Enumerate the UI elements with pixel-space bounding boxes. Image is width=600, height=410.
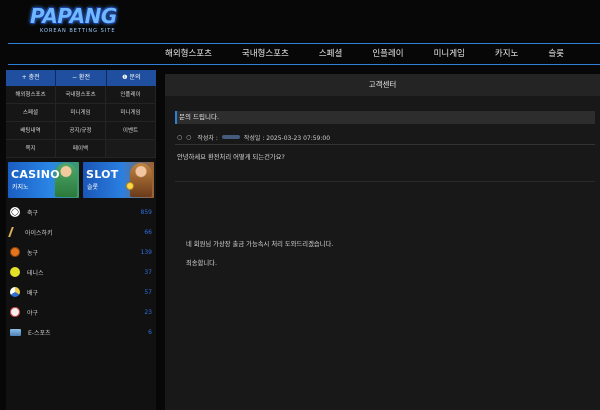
sport-count: 23 (144, 308, 152, 316)
inquiry-meta: ○ ○ 작성자 : 작성일 : 2025-03-23 07:59:00 (177, 130, 595, 144)
volleyball-icon (10, 287, 20, 297)
sidebar: + 충전 − 환전 ❶ 문의 해외형스포츠 국내형스포츠 인플레이 스페셜 미니… (6, 70, 156, 410)
baseball-icon (10, 307, 20, 317)
site-logo[interactable]: PAPANG KOREAN BETTING SITE (30, 4, 122, 38)
meta-divider (175, 144, 595, 145)
inquiry-body: 안녕하세요 환전처리 어떻게 되는건가요? (177, 154, 285, 161)
answer-closing: 죄송합니다. (186, 260, 217, 267)
sport-count: 66 (144, 228, 152, 236)
sidebar-item-domestic-sports[interactable]: 국내형스포츠 (56, 86, 106, 104)
sport-name: E-스포츠 (28, 329, 51, 337)
sport-item-volleyball[interactable]: 배구 57 (6, 282, 156, 302)
logo-tagline: KOREAN BETTING SITE (40, 28, 116, 34)
nav-item-domestic-sports[interactable]: 국내형스포츠 (227, 44, 304, 64)
sport-count: 6 (148, 328, 152, 336)
sport-count: 139 (140, 248, 152, 256)
sport-count: 37 (144, 268, 152, 276)
sport-name: 배구 (27, 289, 39, 297)
nav-item-casino[interactable]: 카지노 (480, 44, 533, 64)
page-title: 고객센터 (165, 74, 600, 96)
sidebar-item-special[interactable]: 스페셜 (6, 104, 56, 122)
nav-item-inplay[interactable]: 인플레이 (357, 44, 418, 64)
basketball-icon (10, 247, 20, 257)
sport-item-soccer[interactable]: 축구 859 (6, 202, 156, 222)
sport-item-basketball[interactable]: 농구 139 (6, 242, 156, 262)
sport-name: 축구 (27, 209, 39, 217)
sport-name: 아이스하키 (25, 229, 53, 237)
nav-item-special[interactable]: 스페셜 (304, 44, 357, 64)
sport-name: 테니스 (27, 269, 44, 277)
esports-icon (10, 328, 21, 336)
slot-banner-subtitle: 슬롯 (87, 184, 99, 191)
sidebar-menu-grid: 해외형스포츠 국내형스포츠 인플레이 스페셜 미니게임 미니게임 배팅내역 공지… (6, 86, 156, 158)
tennis-icon (10, 267, 20, 277)
sidebar-item-bet-history[interactable]: 배팅내역 (6, 122, 56, 140)
casino-banner[interactable]: CASINO 카지노 (8, 162, 79, 198)
sports-list: 축구 859 아이스하키 66 농구 139 테니스 37 배구 57 야구 2… (6, 202, 156, 342)
casino-banner-title: CASINO (11, 168, 60, 181)
slot-character-image (130, 163, 152, 197)
sidebar-item-events[interactable]: 이벤트 (106, 122, 156, 140)
sport-count: 57 (144, 288, 152, 296)
sport-name: 야구 (27, 309, 39, 317)
sport-item-icehockey[interactable]: 아이스하키 66 (6, 222, 156, 242)
nav-divider-bottom (8, 64, 600, 65)
body-divider (175, 181, 595, 182)
nav-item-slot[interactable]: 슬롯 (533, 44, 579, 64)
sport-item-tennis[interactable]: 테니스 37 (6, 262, 156, 282)
date-label: 작성일 : 2025-03-23 07:59:00 (243, 134, 331, 142)
author-label: 작성자 : (197, 134, 218, 142)
hockey-icon (8, 227, 20, 237)
slot-banner-title: SLOT (86, 168, 119, 181)
casino-banner-subtitle: 카지노 (12, 184, 29, 191)
sport-count: 859 (140, 208, 152, 216)
sport-name: 농구 (27, 249, 39, 257)
logo-text: PAPANG (30, 4, 117, 28)
nav-item-overseas-sports[interactable]: 해외형스포츠 (150, 44, 227, 64)
meta-dots: ○ ○ (177, 133, 193, 141)
top-navigation: 해외형스포츠 국내형스포츠 스페셜 인플레이 미니게임 카지노 슬롯 (150, 44, 579, 64)
deposit-button[interactable]: + 충전 (6, 70, 57, 86)
sidebar-item-messages[interactable]: 쪽지 (6, 140, 56, 158)
coin-icon (126, 182, 134, 190)
inquiry-title: 문의 드립니다. (175, 111, 595, 124)
sidebar-item-overseas-sports[interactable]: 해외형스포츠 (6, 86, 56, 104)
sidebar-item-minigame-2[interactable]: 미니게임 (106, 104, 156, 122)
slot-banner[interactable]: SLOT 슬롯 (83, 162, 154, 198)
game-banners: CASINO 카지노 SLOT 슬롯 (6, 158, 156, 200)
main-content: 고객센터 문의 드립니다. ○ ○ 작성자 : 작성일 : 2025-03-23… (165, 74, 600, 410)
soccer-icon (10, 207, 20, 217)
nav-item-minigame[interactable]: 미니게임 (419, 44, 480, 64)
inquiry-button[interactable]: ❶ 문의 (106, 70, 156, 86)
sport-item-esports[interactable]: E-스포츠 6 (6, 322, 156, 342)
sport-item-baseball[interactable]: 야구 23 (6, 302, 156, 322)
withdraw-button[interactable]: − 환전 (56, 70, 107, 86)
sidebar-item-payback[interactable]: 페이백 (56, 140, 106, 158)
sidebar-item-notice-rules[interactable]: 공지/규정 (56, 122, 106, 140)
sidebar-item-minigame[interactable]: 미니게임 (56, 104, 106, 122)
sidebar-tabs: + 충전 − 환전 ❶ 문의 (6, 70, 156, 86)
answer-text: 네 회원님 가상장 출금 가능속시 처리 도와드리겠습니다. (186, 241, 334, 248)
sidebar-item-empty (106, 140, 156, 158)
author-name-redacted (221, 135, 240, 139)
sidebar-item-inplay[interactable]: 인플레이 (106, 86, 156, 104)
